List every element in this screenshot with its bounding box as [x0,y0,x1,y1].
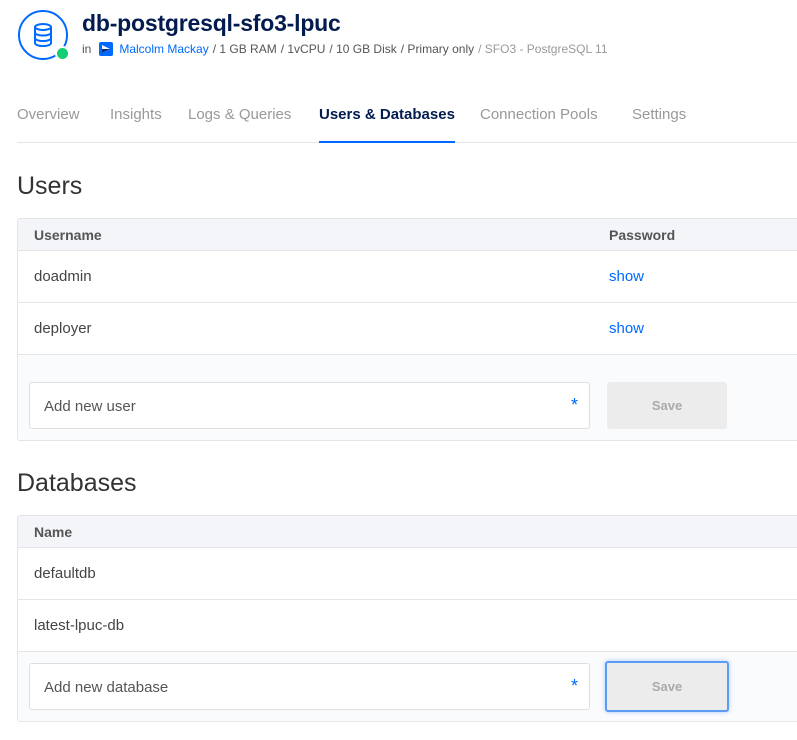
show-password-link[interactable]: show [609,320,644,337]
database-row: defaultdb [18,548,797,600]
in-label: in [82,42,92,56]
add-database-input[interactable]: Add new database * [29,663,590,710]
user-row: doadmin show [18,251,797,303]
spec-item: / 1 GB RAM [212,42,277,56]
tab-overview[interactable]: Overview [17,106,80,142]
add-user-placeholder: Add new user [44,398,136,415]
databases-table-header: Name [18,516,797,548]
tab-connection-pools[interactable]: Connection Pools [480,106,598,142]
user-row: deployer show [18,303,797,355]
database-name: defaultdb [34,565,96,582]
tab-logs-queries[interactable]: Logs & Queries [188,106,291,142]
users-section-title: Users [17,172,83,200]
tab-bar: Overview Insights Logs & Queries Users & Da… [17,100,797,143]
tab-users-databases[interactable]: Users & Databases [319,106,455,143]
database-specs: / 1 GB RAM/ 1vCPU/ 10 GB Disk / Primary o… [209,42,608,56]
database-row: latest-lpuc-db [18,600,797,652]
spec-item: / SFO3 - PostgreSQL 11 [478,42,608,56]
tab-settings[interactable]: Settings [632,106,686,142]
databases-section-title: Databases [17,469,137,497]
database-avatar [18,10,70,61]
team-icon [99,42,114,56]
spec-item: / 1vCPU [280,42,326,56]
online-status-dot [55,46,70,61]
show-password-link[interactable]: show [609,268,644,285]
database-meta: in Malcolm Mackay / 1 GB RAM/ 1vCPU/ 10 … [82,42,608,56]
user-username: deployer [34,320,92,337]
required-asterisk-icon: * [570,395,578,415]
users-panel: Username Password doadmin show deployer … [17,218,797,441]
add-database-form: Add new database * Save [18,652,797,721]
add-user-input[interactable]: Add new user * [29,382,590,429]
name-column-header: Name [34,524,73,540]
username-column-header: Username [34,227,102,243]
team-link[interactable]: Malcolm Mackay [119,42,208,56]
spec-item: / 10 GB Disk [329,42,397,56]
save-database-button[interactable]: Save [605,661,729,712]
user-username: doadmin [34,268,92,285]
users-table-header: Username Password [18,219,797,251]
database-name: latest-lpuc-db [34,617,125,634]
database-header: db-postgresql-sfo3-lpuc in Malcolm Macka… [0,0,797,80]
spec-item: / Primary only [400,42,475,56]
page-title: db-postgresql-sfo3-lpuc [82,10,341,36]
save-user-button[interactable]: Save [607,382,727,429]
add-database-placeholder: Add new database [44,679,169,696]
password-column-header: Password [609,227,676,243]
tab-insights[interactable]: Insights [110,106,162,142]
required-asterisk-icon: * [570,676,578,696]
add-user-form: Add new user * Save [18,355,797,440]
databases-panel: Name defaultdb latest-lpuc-db Add new da… [17,515,797,722]
